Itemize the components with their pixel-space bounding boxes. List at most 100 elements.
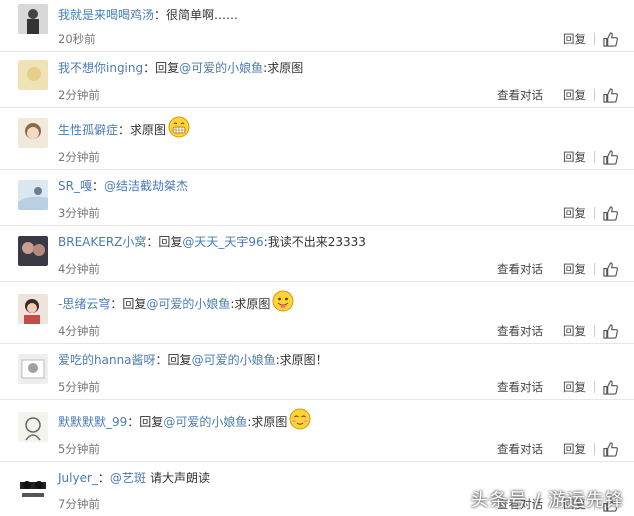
timestamp: 2分钟前 bbox=[58, 88, 100, 102]
avatar[interactable] bbox=[18, 4, 48, 34]
avatar[interactable] bbox=[18, 412, 48, 442]
reply-prefix: 回复 bbox=[167, 353, 192, 367]
thumbs-up-icon[interactable] bbox=[603, 87, 618, 103]
reply-button[interactable]: 回复 bbox=[563, 205, 586, 221]
mention-link[interactable]: @可爱的小娘鱼 bbox=[192, 351, 276, 369]
divider bbox=[594, 151, 595, 163]
thumbs-up-icon[interactable] bbox=[603, 441, 618, 457]
view-conversation-button[interactable]: 查看对话 bbox=[497, 379, 543, 395]
comment-item: 爱吃的hanna酱呀：回复 @可爱的小娘鱼:求原图！ 5分钟前 查看对话 回复 bbox=[0, 344, 634, 400]
comment-text: :求原图！ bbox=[275, 353, 328, 367]
avatar[interactable] bbox=[18, 60, 48, 90]
comment-actions: 回复 bbox=[563, 147, 618, 167]
comment-content: BREAKERZ小窝：回复 @天天_天宇96:我读不出来23333 bbox=[58, 232, 366, 252]
reply-button[interactable]: 回复 bbox=[563, 379, 586, 395]
comment-item: 我不想你inging：回复 @可爱的小娘鱼:求原图 2分钟前 查看对话 回复 bbox=[0, 52, 634, 108]
username-link[interactable]: -思绪云穹 bbox=[58, 295, 110, 313]
reply-prefix: 回复 bbox=[158, 235, 183, 249]
divider bbox=[594, 207, 595, 219]
separator: ： bbox=[155, 353, 168, 367]
divider bbox=[594, 89, 595, 101]
thumbs-up-icon[interactable] bbox=[603, 31, 618, 47]
comment-actions: 查看对话 回复 bbox=[497, 259, 618, 279]
comment-text: 求原图 bbox=[130, 123, 167, 137]
comment-actions: 查看对话 回复 bbox=[497, 439, 618, 459]
timestamp: 4分钟前 bbox=[58, 324, 100, 338]
timestamp: 5分钟前 bbox=[58, 442, 100, 456]
username-link[interactable]: 默默默默_99 bbox=[58, 413, 127, 431]
view-conversation-button[interactable]: 查看对话 bbox=[497, 441, 543, 457]
separator: ： bbox=[91, 179, 104, 193]
comment-content: -思绪云穹：回复 @可爱的小娘鱼:求原图 bbox=[58, 290, 294, 314]
comment-item: 我就是来喝喝鸡汤：很简单啊…… 20秒前 回复 bbox=[0, 0, 634, 52]
timestamp: 20秒前 bbox=[58, 32, 96, 46]
avatar[interactable] bbox=[18, 118, 48, 148]
mention-link[interactable]: @艺斑 bbox=[110, 469, 146, 487]
view-conversation-button[interactable]: 查看对话 bbox=[497, 323, 543, 339]
reply-button[interactable]: 回复 bbox=[563, 31, 586, 47]
watermark: 头条号 / 游运先锋 bbox=[470, 490, 624, 511]
reply-button[interactable]: 回复 bbox=[563, 87, 586, 103]
thumbs-up-icon[interactable] bbox=[603, 261, 618, 277]
avatar[interactable] bbox=[18, 236, 48, 266]
comment-content: Julyer_： @艺斑 请大声朗读 bbox=[58, 468, 210, 488]
username-link[interactable]: SR_嘎 bbox=[58, 177, 92, 195]
thumbs-up-icon[interactable] bbox=[603, 379, 618, 395]
blush-emoji bbox=[289, 408, 311, 430]
comment-actions: 查看对话 回复 bbox=[497, 321, 618, 341]
comment-actions: 回复 bbox=[563, 29, 618, 49]
thumbs-up-icon[interactable] bbox=[603, 205, 618, 221]
thumbs-up-icon[interactable] bbox=[603, 149, 618, 165]
separator: ： bbox=[110, 297, 123, 311]
tongue-emoji bbox=[272, 290, 294, 312]
reply-button[interactable]: 回复 bbox=[563, 323, 586, 339]
username-link[interactable]: 我就是来喝喝鸡汤 bbox=[58, 6, 154, 24]
separator: ： bbox=[97, 471, 110, 485]
reply-prefix: 回复 bbox=[155, 61, 180, 75]
separator: ： bbox=[118, 123, 131, 137]
avatar[interactable] bbox=[18, 180, 48, 210]
comment-text: 请大声朗读 bbox=[149, 471, 210, 485]
mention-link[interactable]: @可爱的小娘鱼 bbox=[163, 413, 247, 431]
view-conversation-button[interactable]: 查看对话 bbox=[497, 261, 543, 277]
comment-text: :求原图 bbox=[230, 297, 271, 311]
comment-actions: 查看对话 回复 bbox=[497, 377, 618, 397]
comment-text: :求原图 bbox=[247, 415, 288, 429]
comment-text: 很简单啊…… bbox=[166, 8, 239, 22]
timestamp: 5分钟前 bbox=[58, 380, 100, 394]
comment-item: BREAKERZ小窝：回复 @天天_天宇96:我读不出来23333 4分钟前 查看… bbox=[0, 226, 634, 282]
reply-button[interactable]: 回复 bbox=[563, 149, 586, 165]
comment-content: 爱吃的hanna酱呀：回复 @可爱的小娘鱼:求原图！ bbox=[58, 350, 328, 370]
separator: ： bbox=[146, 235, 159, 249]
avatar[interactable] bbox=[18, 472, 48, 502]
mention-link[interactable]: @可爱的小娘鱼 bbox=[146, 295, 230, 313]
comment-content: 我不想你inging：回复 @可爱的小娘鱼:求原图 bbox=[58, 58, 303, 78]
comment-item: 默默默默_99：回复 @可爱的小娘鱼:求原图 5分钟前 查看对话 回复 bbox=[0, 400, 634, 462]
comment-text: :求原图 bbox=[263, 61, 304, 75]
divider bbox=[594, 381, 595, 393]
divider bbox=[594, 33, 595, 45]
separator: ： bbox=[154, 8, 167, 22]
username-link[interactable]: 爱吃的hanna酱呀 bbox=[58, 351, 156, 369]
mention-link[interactable]: @可爱的小娘鱼 bbox=[179, 59, 263, 77]
grin-emoji bbox=[168, 116, 190, 138]
timestamp: 4分钟前 bbox=[58, 262, 100, 276]
username-link[interactable]: 生性孤僻症 bbox=[58, 121, 118, 139]
username-link[interactable]: Julyer_ bbox=[58, 469, 98, 487]
avatar[interactable] bbox=[18, 354, 48, 384]
thumbs-up-icon[interactable] bbox=[603, 323, 618, 339]
mention-link[interactable]: @结洁截劫桀杰 bbox=[104, 177, 188, 195]
comment-item: SR_嘎： @结洁截劫桀杰 3分钟前 回复 bbox=[0, 170, 634, 226]
username-link[interactable]: BREAKERZ小窝 bbox=[58, 233, 146, 251]
separator: ： bbox=[127, 415, 140, 429]
view-conversation-button[interactable]: 查看对话 bbox=[497, 87, 543, 103]
username-link[interactable]: 我不想你inging bbox=[58, 59, 143, 77]
mention-link[interactable]: @天天_天宇96 bbox=[182, 233, 263, 251]
divider bbox=[594, 263, 595, 275]
reply-button[interactable]: 回复 bbox=[563, 441, 586, 457]
reply-button[interactable]: 回复 bbox=[563, 261, 586, 277]
comment-content: 我就是来喝喝鸡汤：很简单啊…… bbox=[58, 5, 238, 25]
reply-prefix: 回复 bbox=[139, 415, 164, 429]
comment-content: SR_嘎： @结洁截劫桀杰 bbox=[58, 176, 188, 196]
avatar[interactable] bbox=[18, 294, 48, 324]
